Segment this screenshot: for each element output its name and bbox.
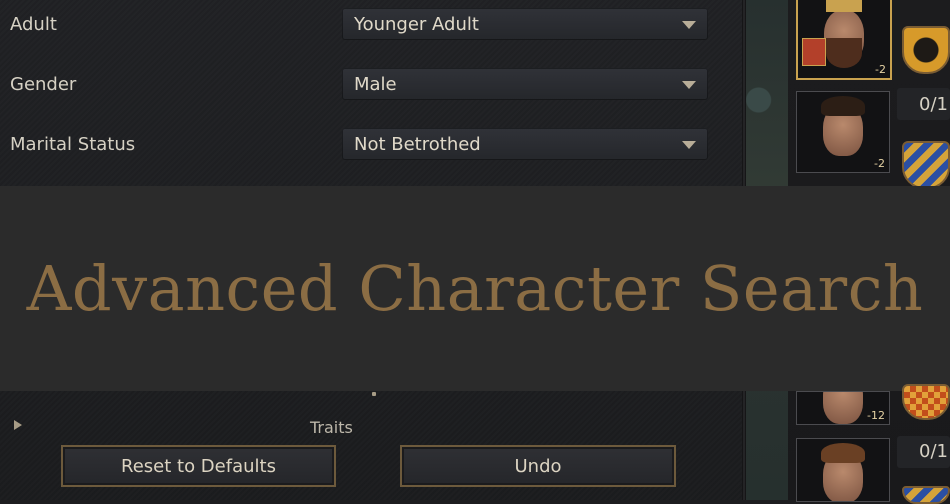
character-beard	[826, 38, 862, 68]
crown-icon	[826, 0, 862, 12]
chevron-down-icon	[682, 81, 696, 89]
marital-status-dropdown-value: Not Betrothed	[354, 134, 481, 155]
divider-mark	[372, 392, 376, 396]
opinion-badge: -2	[875, 63, 886, 76]
house-crest-icon[interactable]	[902, 141, 950, 189]
undo-button[interactable]: Undo	[400, 445, 676, 487]
slot-count: 0/1	[919, 441, 948, 462]
house-crest-icon[interactable]	[902, 26, 950, 74]
gender-dropdown-value: Male	[354, 74, 397, 95]
slot-count: 0/1	[919, 94, 948, 115]
character-hair	[821, 443, 865, 463]
chevron-down-icon	[682, 21, 696, 29]
gender-dropdown[interactable]: Male	[342, 68, 708, 100]
expand-arrow-icon[interactable]	[14, 420, 22, 430]
banner-title: Advanced Character Search	[26, 252, 924, 325]
filter-row-gender: Gender Male	[0, 65, 742, 105]
character-portrait[interactable]: -2	[796, 91, 890, 173]
character-portrait[interactable]: -2	[796, 0, 892, 80]
traits-section-label: Traits	[310, 418, 353, 437]
character-portrait[interactable]: -12	[796, 391, 890, 425]
title-crest-icon	[802, 38, 826, 66]
reset-to-defaults-button[interactable]: Reset to Defaults	[61, 445, 336, 487]
chevron-down-icon	[682, 141, 696, 149]
filter-row-marital-status: Marital Status Not Betrothed	[0, 125, 742, 165]
marital-status-dropdown[interactable]: Not Betrothed	[342, 128, 708, 160]
character-portrait[interactable]	[796, 438, 890, 502]
filter-label-adult: Adult	[10, 14, 57, 35]
title-banner: Advanced Character Search	[0, 186, 950, 391]
house-crest-icon[interactable]	[902, 486, 950, 504]
filter-label-gender: Gender	[10, 74, 77, 95]
character-hair	[821, 96, 865, 116]
filter-row-adult: Adult Younger Adult	[0, 5, 742, 45]
adult-dropdown[interactable]: Younger Adult	[342, 8, 708, 40]
adult-dropdown-value: Younger Adult	[354, 14, 479, 35]
opinion-badge: -2	[874, 157, 885, 170]
character-face	[823, 392, 863, 424]
opinion-badge: -12	[867, 409, 885, 422]
filter-label-marital-status: Marital Status	[10, 134, 136, 155]
